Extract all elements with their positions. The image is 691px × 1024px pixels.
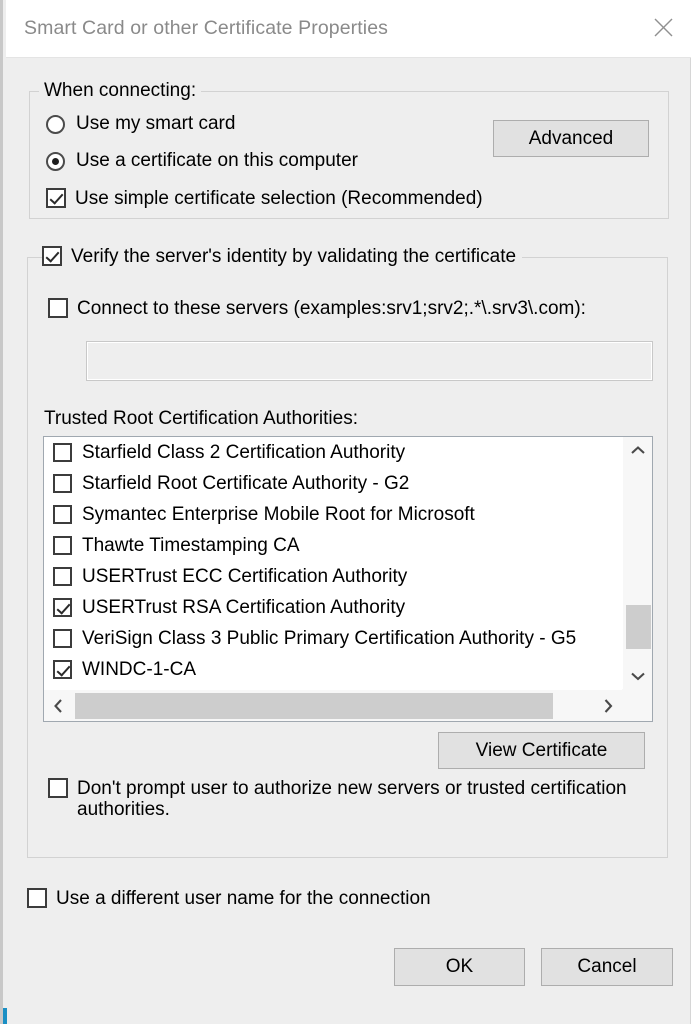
view-certificate-button[interactable]: View Certificate [438,732,645,769]
radio-use-my-smart-card[interactable]: Use my smart card [46,113,235,135]
checkbox-verify-server-identity[interactable]: Verify the server's identity by validati… [42,246,522,267]
list-item[interactable]: Starfield Root Certificate Authority - G… [44,468,622,499]
checkbox-indicator[interactable] [53,443,72,462]
list-item-label: Symantec Enterprise Mobile Root for Micr… [82,504,475,526]
list-item-label: Starfield Root Certificate Authority - G… [82,473,409,495]
list-item-label: WINDC-1-CA [82,659,196,681]
checkbox-indicator[interactable] [53,567,72,586]
scrollbar-corner [622,689,652,721]
radio-label: Use a certificate on this computer [76,150,358,172]
checkbox-connect-to-these-servers[interactable]: Connect to these servers (examples:srv1;… [48,298,586,319]
list-item[interactable]: Starfield Class 2 Certification Authorit… [44,437,622,468]
vertical-scrollbar-thumb[interactable] [626,605,651,649]
radio-indicator [46,115,65,134]
list-item[interactable]: WINDC-1-CA [44,654,622,685]
radio-indicator [46,152,65,171]
checkbox-indicator[interactable] [53,629,72,648]
checkbox-label: Connect to these servers (examples:srv1;… [77,298,586,319]
radio-label: Use my smart card [76,113,235,135]
chevron-left-icon[interactable] [44,690,72,722]
checkbox-label: Don't prompt user to authorize new serve… [77,778,648,820]
checkbox-indicator[interactable] [53,536,72,555]
chevron-down-icon[interactable] [623,663,653,689]
horizontal-scrollbar[interactable] [44,689,622,721]
list-item[interactable]: VeriSign Class 3 Public Primary Certific… [44,623,622,654]
dialog-window: Smart Card or other Certificate Properti… [0,0,691,1024]
checkbox-dont-prompt-user[interactable]: Don't prompt user to authorize new serve… [48,778,648,820]
list-item[interactable]: USERTrust ECC Certification Authority [44,561,622,592]
checkbox-label: Use a different user name for the connec… [56,888,431,909]
close-icon[interactable] [639,4,687,50]
checkbox-use-different-user-name[interactable]: Use a different user name for the connec… [27,888,431,909]
trusted-roots-list: Starfield Class 2 Certification Authorit… [44,437,622,689]
list-item-label: VeriSign Class 3 Public Primary Certific… [82,628,576,650]
list-item[interactable]: Thawte Timestamping CA [44,530,622,561]
chevron-right-icon[interactable] [594,690,622,722]
list-item-label: USERTrust RSA Certification Authority [82,597,405,619]
checkbox-label: Verify the server's identity by validati… [71,246,516,267]
dialog-title: Smart Card or other Certificate Properti… [24,17,388,40]
trusted-roots-label: Trusted Root Certification Authorities: [44,408,358,430]
title-bar: Smart Card or other Certificate Properti… [6,0,691,58]
list-item[interactable]: USERTrust RSA Certification Authority [44,592,622,623]
checkbox-indicator[interactable] [53,474,72,493]
checkbox-label: Use simple certificate selection (Recomm… [75,188,483,209]
list-item-label: USERTrust ECC Certification Authority [82,566,407,588]
ok-button[interactable]: OK [394,948,525,986]
list-item-label: Starfield Class 2 Certification Authorit… [82,442,405,464]
checkbox-indicator [48,298,68,318]
checkbox-indicator[interactable] [53,598,72,617]
checkbox-indicator [27,888,47,908]
list-item-label: Thawte Timestamping CA [82,535,300,557]
horizontal-scrollbar-thumb[interactable] [75,693,553,719]
radio-use-certificate-on-computer[interactable]: Use a certificate on this computer [46,150,358,172]
accent-sliver [3,1008,7,1024]
checkbox-indicator [46,188,66,208]
chevron-up-icon[interactable] [623,437,653,463]
server-list-input[interactable] [86,341,653,381]
vertical-scrollbar[interactable] [622,437,652,689]
checkbox-indicator [42,246,62,266]
advanced-button[interactable]: Advanced [493,120,649,157]
list-item[interactable]: Symantec Enterprise Mobile Root for Micr… [44,499,622,530]
checkbox-use-simple-certificate-selection[interactable]: Use simple certificate selection (Recomm… [46,188,483,209]
checkbox-indicator [48,778,68,798]
trusted-roots-listbox[interactable]: Starfield Class 2 Certification Authorit… [43,436,653,722]
group-when-connecting-legend: When connecting: [39,81,201,101]
cancel-button[interactable]: Cancel [541,948,673,986]
checkbox-indicator[interactable] [53,505,72,524]
checkbox-indicator[interactable] [53,660,72,679]
